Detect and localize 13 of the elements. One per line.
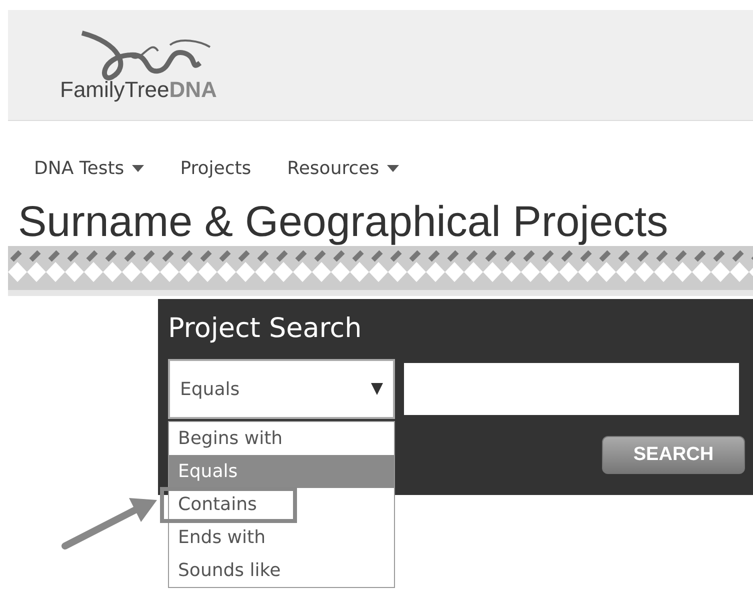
- nav-link[interactable]: Resources: [287, 158, 400, 178]
- nav-link[interactable]: Projects: [180, 158, 252, 178]
- logo[interactable]: FamilyTreeDNA: [60, 27, 220, 103]
- dropdown-option[interactable]: Sounds like: [169, 554, 394, 587]
- search-field[interactable]: [404, 363, 739, 415]
- dropdown-option[interactable]: Ends with: [169, 521, 394, 554]
- match-select[interactable]: Equals: [168, 359, 395, 419]
- panel-title: Project Search: [168, 312, 363, 346]
- caret-icon: [371, 383, 383, 395]
- nav-link[interactable]: DNA Tests: [34, 158, 144, 178]
- dropdown-option[interactable]: Begins with: [169, 422, 394, 455]
- dropdown-option[interactable]: Contains: [169, 488, 394, 521]
- page-title: Surname & Geographical Projects: [18, 199, 670, 245]
